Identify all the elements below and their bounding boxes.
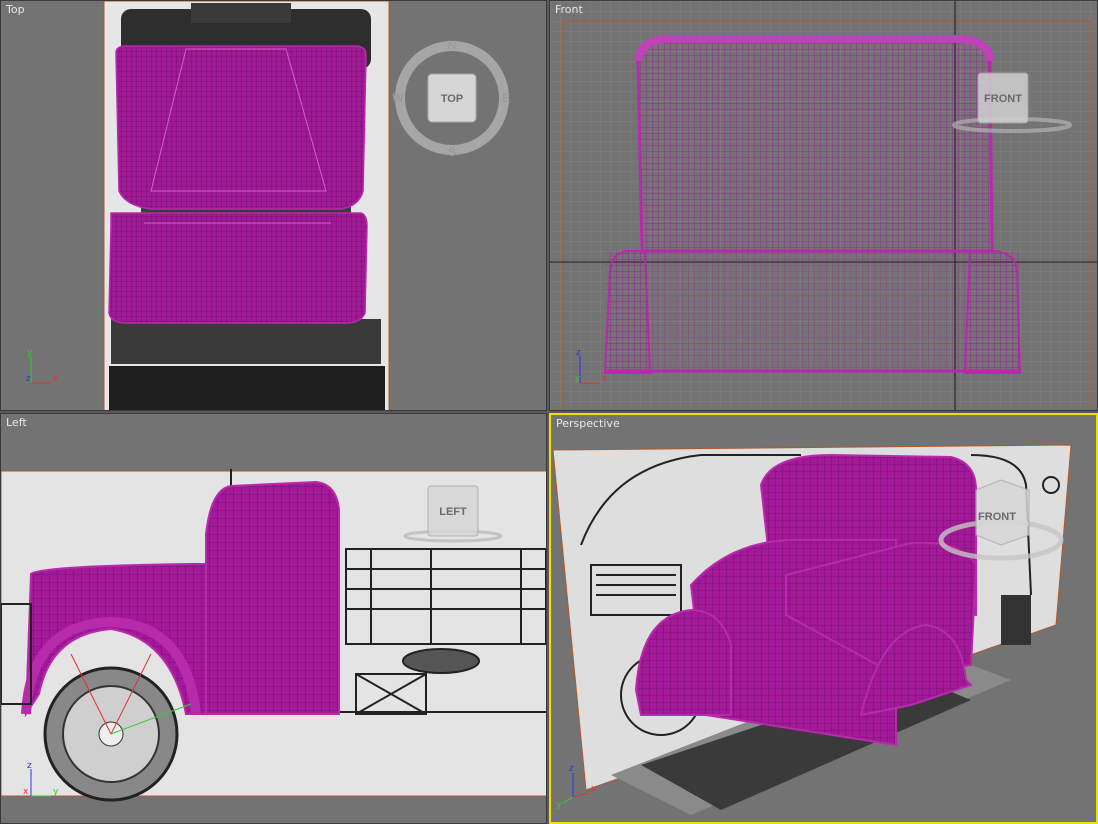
mesh-hood-top bbox=[108, 212, 368, 324]
viewport-label-left[interactable]: Left bbox=[6, 416, 27, 429]
svg-text:z: z bbox=[27, 761, 32, 771]
svg-text:y: y bbox=[27, 348, 33, 358]
svg-text:FRONT: FRONT bbox=[978, 511, 1016, 523]
top-scene[interactable]: x y z TOP N S E W bbox=[1, 1, 547, 411]
svg-text:W: W bbox=[392, 91, 404, 105]
front-scene[interactable]: x z y FRONT bbox=[550, 1, 1098, 411]
viewport-label-top[interactable]: Top bbox=[6, 3, 25, 16]
svg-text:x: x bbox=[23, 787, 29, 797]
svg-text:S: S bbox=[448, 145, 456, 159]
viewport-front[interactable]: Front x z y FRONT bbox=[549, 0, 1098, 411]
svg-text:N: N bbox=[448, 38, 457, 52]
svg-text:y: y bbox=[556, 800, 562, 810]
svg-text:z: z bbox=[26, 374, 31, 384]
svg-text:TOP: TOP bbox=[441, 93, 463, 105]
svg-text:z: z bbox=[569, 764, 574, 774]
viewport-left[interactable]: Left y z x LEFT bbox=[0, 413, 547, 824]
viewport-perspective[interactable]: Perspective x z y FRONT bbox=[549, 413, 1098, 824]
viewport-label-perspective[interactable]: Perspective bbox=[556, 417, 620, 430]
mesh-cab-front bbox=[636, 37, 994, 253]
axis-tripod-top: x y z bbox=[26, 348, 59, 384]
svg-text:y: y bbox=[53, 787, 59, 797]
svg-text:z: z bbox=[576, 348, 581, 358]
viewport-top[interactable]: Top x y z TOP N S E W bbox=[0, 0, 547, 411]
svg-text:x: x bbox=[591, 784, 597, 794]
mesh-cab-top bbox=[115, 45, 367, 210]
viewcube-top[interactable]: TOP N S E W bbox=[392, 38, 510, 159]
svg-text:LEFT: LEFT bbox=[439, 506, 467, 518]
svg-text:E: E bbox=[502, 91, 510, 105]
svg-text:x: x bbox=[602, 374, 608, 384]
viewport-label-front[interactable]: Front bbox=[555, 3, 583, 16]
mesh-cab-left bbox=[205, 480, 340, 715]
svg-text:y: y bbox=[575, 374, 581, 384]
left-scene[interactable]: y z x LEFT bbox=[1, 414, 547, 824]
svg-text:FRONT: FRONT bbox=[984, 93, 1022, 105]
perspective-scene[interactable]: x z y FRONT bbox=[551, 415, 1098, 824]
svg-text:x: x bbox=[53, 374, 59, 384]
